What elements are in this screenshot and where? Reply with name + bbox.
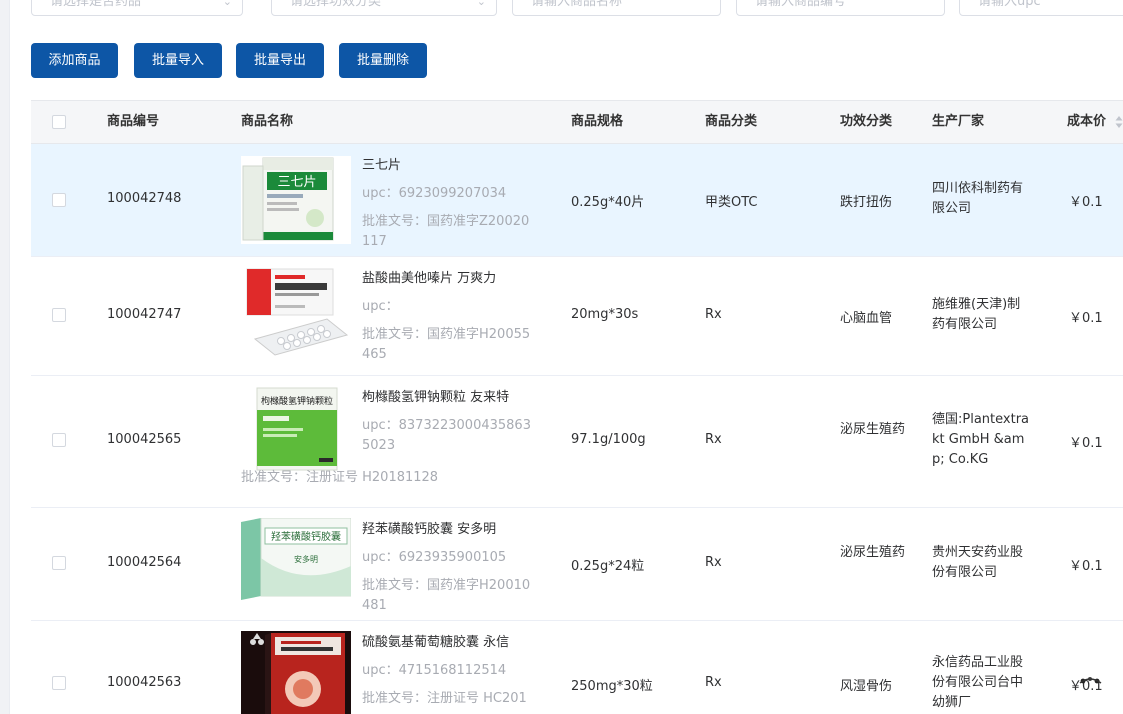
left-sidebar-edge [0, 0, 10, 714]
product-maker: 贵州天安药业股份有限公司 [932, 545, 1024, 580]
row-checkbox[interactable] [52, 193, 66, 207]
chevron-down-icon: ⌄ [476, 0, 486, 8]
product-upc: upc： [362, 299, 399, 314]
product-name-placeholder: 请输入商品名称 [531, 0, 623, 9]
table-row[interactable]: 100042563 硫酸氨基葡萄糖胶囊 永信 upc：4715168112514… [31, 621, 1123, 714]
sanqi-box-image: 三七片 [241, 156, 351, 244]
product-spec: 97.1g/100g [571, 432, 646, 447]
batch-delete-button[interactable]: 批量删除 [339, 43, 427, 78]
glucosamine-box-image [241, 631, 351, 714]
svg-text:羟苯磺酸钙胶囊: 羟苯磺酸钙胶囊 [271, 530, 341, 543]
row-checkbox[interactable] [52, 676, 66, 690]
svg-text:枸橼酸氢钾钠颗粒: 枸橼酸氢钾钠颗粒 [261, 395, 333, 407]
header-category: 商品分类 [705, 114, 758, 129]
batch-export-button[interactable]: 批量导出 [236, 43, 324, 78]
product-upc: upc：6923099207034 [362, 186, 507, 201]
product-code-placeholder: 请输入商品编号 [755, 0, 847, 9]
effect-category-select[interactable]: 请选择功效分类 ⌄ [271, 0, 497, 16]
product-effect: 泌尿生殖药 [840, 545, 906, 560]
product-name: 枸橼酸氢钾钠颗粒 友来特 [362, 390, 510, 405]
product-code: 100042748 [107, 191, 182, 206]
product-category: Rx [705, 675, 722, 690]
product-effect: 跌打扭伤 [840, 195, 893, 210]
product-spec: 20mg*30s [571, 307, 639, 322]
product-name: 羟苯磺酸钙胶囊 安多明 [362, 522, 497, 537]
table-row[interactable]: 100042747 盐酸曲美他嗪片 万爽力 upc： 批准文号：国药准字H200… [31, 257, 1123, 376]
chevron-down-icon: ⌄ [222, 0, 232, 8]
product-maker: 施维雅(天津)制药有限公司 [932, 297, 1021, 332]
product-name: 硫酸氨基葡萄糖胶囊 永信 [362, 635, 510, 650]
header-spec: 商品规格 [571, 114, 624, 129]
product-approval: 批准文号：国药准字H20010481 [362, 578, 531, 613]
table-header: 商品编号 商品名称 商品规格 商品分类 功效分类 生产厂家 成本价 [31, 100, 1123, 144]
product-spec: 0.25g*40片 [571, 195, 645, 210]
product-name: 盐酸曲美他嗪片 万爽力 [362, 271, 497, 286]
product-maker: 永信药品工业股份有限公司台中幼狮厂 [932, 655, 1024, 710]
product-code-input[interactable]: 请输入商品编号 [736, 0, 945, 16]
effect-category-placeholder: 请选择功效分类 [290, 0, 382, 9]
product-spec: 250mg*30粒 [571, 679, 653, 694]
select-all-checkbox[interactable] [52, 115, 66, 129]
product-approval: 批准文号：注册证号 HC201 [362, 691, 527, 706]
header-effect: 功效分类 [840, 114, 893, 129]
product-upc: upc：4715168112514 [362, 663, 507, 678]
product-code: 100042563 [107, 675, 182, 690]
trimetazidine-box-image [241, 267, 351, 357]
product-code: 100042565 [107, 432, 182, 447]
upc-input[interactable]: 请输入upc [959, 0, 1123, 16]
batch-import-button[interactable]: 批量导入 [134, 43, 222, 78]
product-maker: 德国:Plantextrakt GmbH &amp; Co.KG [932, 412, 1030, 467]
header-cost[interactable]: 成本价 [1067, 101, 1106, 143]
add-product-button[interactable]: 添加商品 [31, 43, 118, 78]
product-approval: 批准文号：国药准字Z20020117 [362, 214, 530, 249]
product-cost: ￥0.1 [1069, 195, 1103, 210]
header-code: 商品编号 [107, 114, 160, 129]
citrate-granules-box-image: 枸橼酸氢钾钠颗粒 [241, 386, 351, 472]
table-row[interactable]: 100042564 羟苯磺酸钙胶囊 安多明 羟苯磺酸钙胶囊 安多明 upc：69… [31, 508, 1123, 621]
dobesilate-box-image: 羟苯磺酸钙胶囊 安多明 [241, 518, 351, 600]
product-category: Rx [705, 432, 722, 447]
product-upc: upc：83732230004358635023 [362, 418, 531, 453]
product-effect: 泌尿生殖药 [840, 422, 906, 437]
product-cost: ￥0.1 [1069, 436, 1103, 451]
header-maker: 生产厂家 [932, 114, 985, 129]
drug-type-select[interactable]: 请选择是否药品 ⌄ [31, 0, 243, 16]
product-name: 三七片 [362, 158, 402, 173]
product-approval: 批准文号：国药准字H20055465 [362, 327, 531, 362]
product-approval: 批准文号：注册证号 H20181128 [241, 470, 439, 485]
row-checkbox[interactable] [52, 433, 66, 447]
product-spec: 0.25g*24粒 [571, 559, 645, 574]
product-category: 甲类OTC [705, 195, 758, 210]
sort-caret-icon[interactable] [1115, 114, 1123, 130]
table-row[interactable]: 100042748 三七片 三七片 upc：6923099207034 批准文号… [31, 144, 1123, 257]
product-name-input[interactable]: 请输入商品名称 [512, 0, 721, 16]
product-maker: 四川依科制药有限公司 [932, 181, 1024, 216]
loading-indicator-icon [1079, 677, 1102, 684]
product-code: 100042564 [107, 555, 182, 570]
drug-type-placeholder: 请选择是否药品 [50, 0, 142, 9]
svg-text:三七片: 三七片 [277, 175, 316, 190]
product-effect: 风湿骨伤 [840, 679, 893, 694]
product-cost: ￥0.1 [1069, 311, 1103, 326]
product-category: Rx [705, 555, 722, 570]
product-upc: upc：6923935900105 [362, 550, 507, 565]
product-effect: 心脑血管 [840, 311, 893, 326]
svg-text:安多明: 安多明 [294, 554, 318, 564]
product-category: Rx [705, 307, 722, 322]
table-row[interactable]: 100042565 枸橼酸氢钾钠颗粒 枸橼酸氢钾钠颗粒 友来特 upc：8373… [31, 376, 1123, 508]
header-name: 商品名称 [241, 114, 294, 129]
upc-placeholder: 请输入upc [978, 0, 1041, 9]
row-checkbox[interactable] [52, 556, 66, 570]
product-code: 100042747 [107, 307, 182, 322]
row-checkbox[interactable] [52, 308, 66, 322]
product-cost: ￥0.1 [1069, 559, 1103, 574]
